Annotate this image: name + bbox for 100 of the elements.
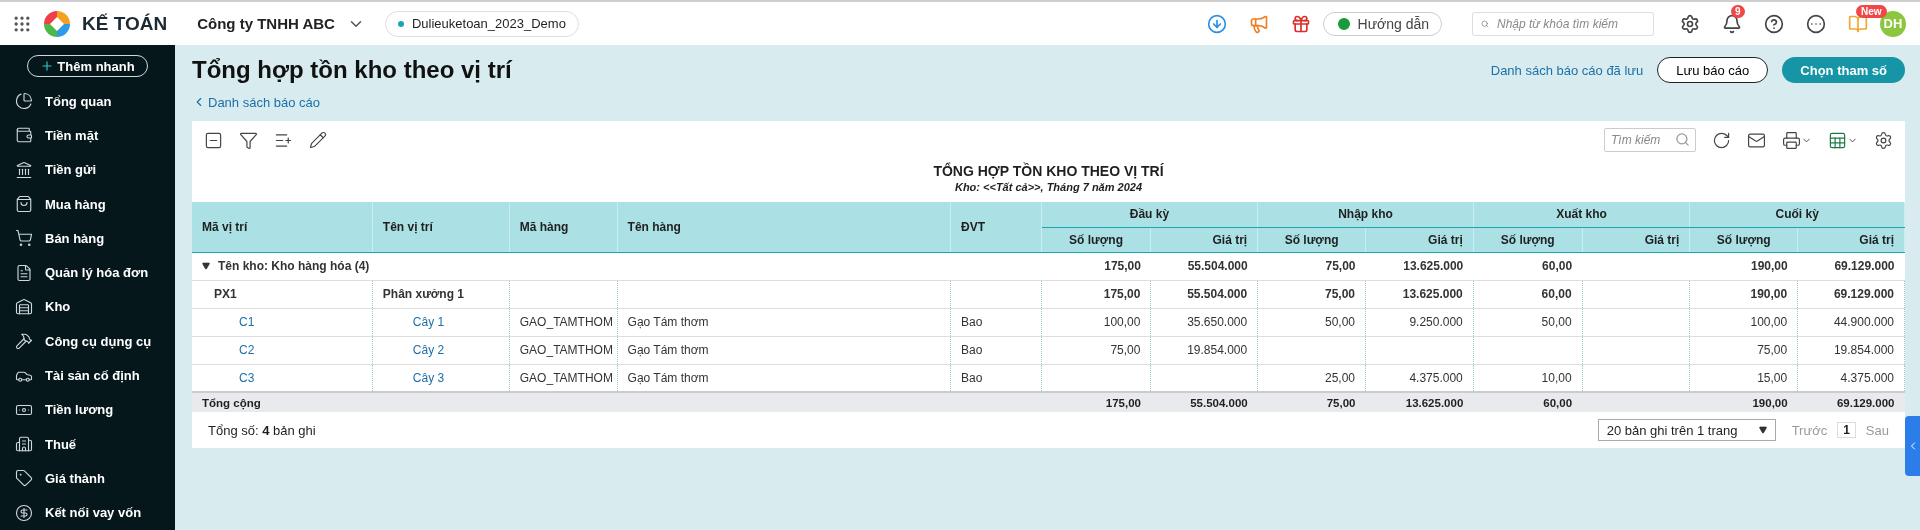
table-cell: 60,00 <box>1473 392 1583 412</box>
table-search-field[interactable]: Tìm kiếm <box>1604 128 1696 152</box>
notification-badge: 9 <box>1731 4 1745 18</box>
group-label: Tên kho: Kho hàng hóa (4) <box>218 259 370 273</box>
column-header: Giá trị <box>1150 227 1258 252</box>
table-cell: Bao <box>950 308 1042 336</box>
sidebar-item[interactable]: Kho <box>0 289 175 325</box>
column-header: Số lượng <box>1689 227 1798 252</box>
table-cell: 69.129.000 <box>1797 280 1905 308</box>
column-header: Giá trị <box>1365 227 1474 252</box>
sidebar-item[interactable]: Tài sản cố định <box>0 358 175 393</box>
print-menu-icon[interactable] <box>1782 130 1812 150</box>
record-count: Tổng số: 4 bản ghi <box>208 422 316 438</box>
table-cell: 55.504.000 <box>1150 392 1258 412</box>
shopping-bag-icon <box>15 195 33 214</box>
sidebar-item[interactable]: Bán hàng <box>0 221 175 256</box>
sidebar-item[interactable]: Kết nối vay vốn <box>0 495 175 530</box>
table-cell: 60,00 <box>1473 280 1583 308</box>
column-header: Giá trị <box>1797 227 1905 252</box>
download-icon[interactable] <box>1206 13 1227 34</box>
hammer-icon <box>15 332 33 351</box>
column-group-header: Nhập kho <box>1257 202 1474 227</box>
gift-icon[interactable] <box>1290 13 1311 34</box>
sidebar-item[interactable]: Công cụ dụng cụ <box>0 324 175 359</box>
report-title: TỔNG HỢP TỒN KHO THEO VỊ TRÍ <box>932 163 1165 179</box>
table-cell: 100,00 <box>1041 308 1151 336</box>
edit-icon[interactable] <box>309 131 327 149</box>
sidebar-item[interactable]: Tiền mặt <box>0 118 175 153</box>
status-dot-icon <box>397 20 404 27</box>
column-header: Tên vị trí <box>372 202 510 252</box>
column-group-header: Đầu kỳ <box>1041 202 1258 227</box>
dollar-circle-icon <box>15 503 33 522</box>
plus-icon <box>40 59 55 73</box>
search-field[interactable]: Nhập từ khóa tìm kiếm <box>1472 11 1654 36</box>
collapse-icon[interactable] <box>204 130 223 150</box>
sidebar-item[interactable]: Giá thành <box>0 461 175 496</box>
table-cell: 175,00 <box>1041 280 1151 308</box>
column-header: Tên hàng <box>617 202 951 252</box>
table-cell: 13.625.000 <box>1365 280 1474 308</box>
table-cell: GAO_TAMTHOM <box>509 336 618 364</box>
company-name[interactable]: Công ty TNHH ABC <box>197 15 335 32</box>
column-group-header: Xuất kho <box>1473 202 1690 227</box>
bank-icon <box>15 160 33 179</box>
settings-icon[interactable] <box>1680 13 1700 34</box>
saved-reports-link[interactable]: Danh sách báo cáo đã lưu <box>1490 62 1644 78</box>
table-cell: 9.250.000 <box>1365 308 1474 336</box>
sidebar-item[interactable]: Tiền lương <box>0 392 175 427</box>
column-header: Mã vị trí <box>192 202 373 252</box>
table-cell: 13.625.000 <box>1365 392 1474 412</box>
sidebar-item[interactable]: Thuế <box>0 426 175 462</box>
column-header: Số lượng <box>1473 227 1583 252</box>
sidebar-item[interactable]: Tiền gửi <box>0 152 175 187</box>
column-header: Số lượng <box>1041 227 1151 252</box>
logo-icon <box>44 10 70 37</box>
table-cell: 190,00 <box>1689 392 1798 412</box>
brand-name: KẾ TOÁN <box>82 12 168 35</box>
table-cell: 175,00 <box>1041 392 1151 412</box>
table-cell: Gạo Tám thơm <box>617 308 951 336</box>
book-icon[interactable] <box>1848 13 1868 34</box>
save-report-button[interactable]: Lưu báo cáo <box>1657 57 1769 83</box>
page-size-select[interactable]: 20 bản ghi trên 1 trang <box>1597 419 1776 441</box>
sidebar-item[interactable]: Tổng quan <box>0 84 175 119</box>
sidebar-item[interactable]: Mua hàng <box>0 186 175 222</box>
table-cell: 35.650.000 <box>1150 308 1258 336</box>
choose-parameters-button[interactable]: Chọn tham số <box>1782 57 1905 83</box>
location-link[interactable]: C1 <box>192 308 373 336</box>
location-link[interactable]: Cây 2 <box>372 336 510 364</box>
refresh-icon[interactable] <box>1712 130 1731 150</box>
page-number[interactable]: 1 <box>1837 422 1856 438</box>
new-badge: New <box>1856 4 1887 18</box>
table-cell: 75,00 <box>1041 336 1151 364</box>
expanded-caret-icon[interactable] <box>202 262 210 270</box>
sidebar-item[interactable]: Quản lý hóa đơn <box>0 255 175 290</box>
location-link[interactable]: C2 <box>192 336 373 364</box>
megaphone-icon[interactable] <box>1248 13 1269 34</box>
bell-icon[interactable] <box>1722 13 1742 34</box>
location-link[interactable]: Cây 1 <box>372 308 510 336</box>
table-cell: Phân xưởng 1 <box>372 280 510 308</box>
table-cell: 100,00 <box>1689 308 1798 336</box>
column-header: Giá trị <box>1582 227 1690 252</box>
more-icon[interactable] <box>1806 13 1826 34</box>
table-cell: 75,00 <box>1257 252 1366 280</box>
table-cell: 55.504.000 <box>1150 280 1258 308</box>
table-cell: 13.625.000 <box>1365 252 1474 280</box>
table-cell: 75,00 <box>1257 280 1366 308</box>
back-link[interactable]: Danh sách báo cáo <box>192 94 321 110</box>
tag-icon <box>15 469 33 488</box>
table-cell: 50,00 <box>1257 308 1366 336</box>
warehouse-icon <box>15 297 33 316</box>
help-icon[interactable] <box>1764 13 1784 34</box>
table-cell: 19.854.000 <box>1797 336 1905 364</box>
filter-icon[interactable] <box>239 130 258 150</box>
collapse-panel-handle[interactable] <box>1905 416 1920 476</box>
table-cell: GAO_TAMTHOM <box>509 308 618 336</box>
settings-icon[interactable] <box>1874 130 1893 150</box>
report-subtitle: Kho: <<Tất cả>>, Tháng 7 năm 2024 <box>953 181 1144 193</box>
guide-button[interactable]: Hướng dẫn <box>1322 11 1442 36</box>
table-cell: 175,00 <box>1041 252 1151 280</box>
excel-menu-icon[interactable] <box>1828 130 1858 150</box>
caret-icon <box>1758 426 1767 434</box>
